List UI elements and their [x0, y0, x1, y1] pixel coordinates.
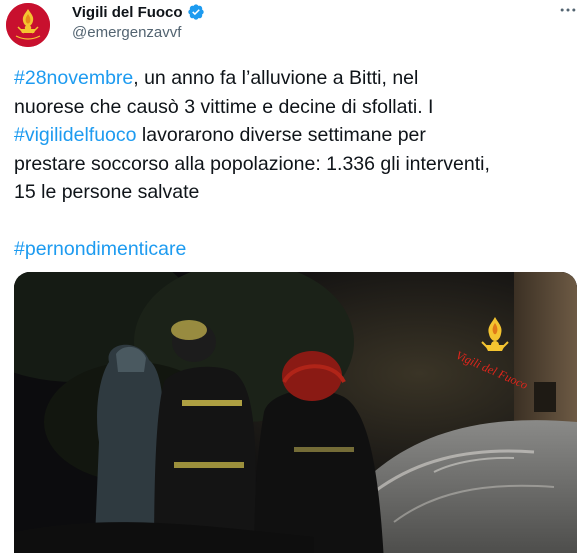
tweet-line-3: #vigilidelfuoco lavorarono diverse setti…: [14, 121, 580, 150]
verified-badge-icon: [187, 3, 205, 21]
tweet-line-2: nuorese che causò 3 vittime e decine di …: [14, 95, 434, 118]
tweet-line-6: #pernondimenticare: [14, 235, 580, 264]
hashtag-28novembre[interactable]: #28novembre: [14, 67, 133, 89]
avatar[interactable]: [6, 3, 50, 47]
tweet-header: Vigili del Fuoco @emergenzavvf: [0, 0, 586, 60]
tweet-line-1: #28novembre, un anno fa l’alluvione a Bi…: [14, 64, 580, 93]
tweet-line-4: prestare soccorso alla popolazione: 1.33…: [14, 152, 490, 175]
tweet-line-5: 15 le persone salvate: [14, 181, 200, 203]
account-names: Vigili del Fuoco @emergenzavvf: [72, 2, 205, 41]
display-name-row: Vigili del Fuoco: [72, 2, 205, 22]
hashtag-pernondimenticare[interactable]: #pernondimenticare: [14, 238, 186, 260]
more-options-icon[interactable]: [556, 0, 580, 20]
tweet-text: #28novembre, un anno fa l’alluvione a Bi…: [14, 64, 580, 264]
tweet-line-1-text: , un anno fa l’alluvione a Bitti, nel: [133, 67, 419, 89]
tweet-line-3-text: lavorarono diverse settimane per: [136, 124, 426, 146]
display-name[interactable]: Vigili del Fuoco: [72, 4, 183, 21]
tweet: Vigili del Fuoco @emergenzavvf #28novemb…: [0, 0, 586, 553]
tweet-media-video[interactable]: Vigili del Fuoco: [14, 272, 577, 553]
handle[interactable]: @emergenzavvf: [72, 24, 205, 41]
video-frame: Vigili del Fuoco: [14, 272, 577, 553]
vigili-del-fuoco-logo-icon: [6, 3, 50, 47]
hashtag-vigilidelfuoco[interactable]: #vigilidelfuoco: [14, 124, 137, 146]
